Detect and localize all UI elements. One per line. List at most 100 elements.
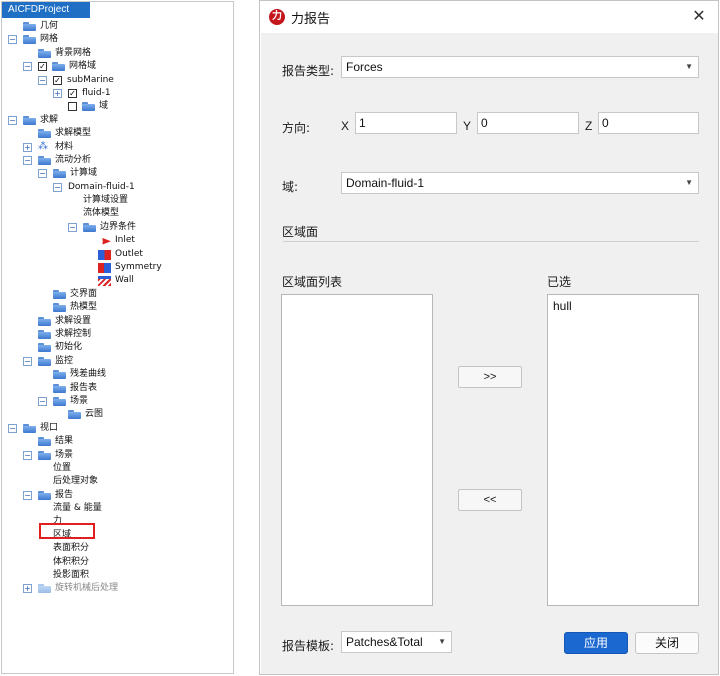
collapse-icon[interactable]: − <box>38 396 47 406</box>
chevron-down-icon: ▼ <box>685 62 693 71</box>
tree-item[interactable]: − ✓ subMarine <box>2 74 233 87</box>
tree-item-label: 体积积分 <box>53 556 90 567</box>
tree-item[interactable]: − 场景 <box>2 395 233 408</box>
domain-value: Domain-fluid-1 <box>346 176 425 190</box>
force-report-dialog: 力 力报告 ✕ 报告类型: Forces ▼ 方向: X 1 Y 0 Z 0 域… <box>259 0 719 675</box>
collapse-icon[interactable]: − <box>23 450 32 460</box>
tree-item[interactable]: 初始化 <box>2 341 233 354</box>
tree-item[interactable]: 区域 <box>2 529 233 542</box>
expand-icon[interactable]: + <box>53 88 62 98</box>
tree-item[interactable]: − 计算域 <box>2 167 233 180</box>
domain-label: 域: <box>282 180 299 194</box>
zone-surface-list[interactable] <box>281 294 433 606</box>
tree-item[interactable]: Outlet <box>2 248 233 261</box>
selected-list[interactable]: hull <box>547 294 699 606</box>
domain-select[interactable]: Domain-fluid-1 ▼ <box>341 172 699 194</box>
tree-item[interactable]: 位置 <box>2 462 233 475</box>
tree-item[interactable]: + 旋转机械后处理 <box>2 582 233 595</box>
collapse-icon[interactable]: − <box>23 356 32 366</box>
tree-item[interactable]: 投影面积 <box>2 569 233 582</box>
tree-item[interactable]: − 监控 <box>2 355 233 368</box>
tree-item[interactable]: 求解控制 <box>2 328 233 341</box>
tree-item[interactable]: − 流动分析 <box>2 154 233 167</box>
visibility-checkbox[interactable]: ✓ <box>53 75 62 85</box>
tree-item[interactable]: − 场景 <box>2 449 233 462</box>
tree-item[interactable]: 计算域设置 <box>2 194 233 207</box>
tree-item[interactable]: − 边界条件 <box>2 221 233 234</box>
apply-button[interactable]: 应用 <box>564 632 628 654</box>
tree-item[interactable]: 几何 <box>2 20 233 33</box>
expand-icon[interactable]: + <box>23 584 32 594</box>
y-input[interactable]: 0 <box>477 112 579 134</box>
close-icon[interactable]: ✕ <box>690 6 708 25</box>
collapse-icon[interactable]: − <box>23 155 32 165</box>
tree-item-label: 求解控制 <box>55 328 92 339</box>
close-button[interactable]: 关闭 <box>635 632 699 654</box>
tree-item[interactable]: 交界面 <box>2 288 233 301</box>
tree-item[interactable]: 后处理对象 <box>2 475 233 488</box>
tree-item-label: 计算域设置 <box>83 195 129 206</box>
collapse-icon[interactable]: − <box>38 75 47 85</box>
tree-item[interactable]: 求解设置 <box>2 315 233 328</box>
expand-icon[interactable]: + <box>23 142 32 152</box>
remove-button[interactable]: << <box>458 489 522 511</box>
tree-item[interactable]: 报告表 <box>2 382 233 395</box>
tree-item[interactable]: 求解模型 <box>2 127 233 140</box>
app-logo-icon: 力 <box>269 9 285 25</box>
z-input[interactable]: 0 <box>598 112 699 134</box>
project-tab[interactable]: AICFDProject <box>2 2 90 18</box>
direction-label: 方向: <box>282 121 311 135</box>
tree-item[interactable]: + ⁂ 材料 <box>2 141 233 154</box>
dialog-titlebar: 力 力报告 ✕ <box>260 1 718 33</box>
tree-item-label: 求解 <box>40 114 59 125</box>
collapse-icon[interactable]: − <box>53 182 62 192</box>
folder-icon <box>52 62 65 72</box>
collapse-icon[interactable]: − <box>8 423 17 433</box>
tree-item-label: 视口 <box>40 422 59 433</box>
list-item[interactable]: hull <box>553 299 572 313</box>
visibility-checkbox[interactable]: ✓ <box>68 88 77 98</box>
collapse-icon[interactable]: − <box>23 490 32 500</box>
report-type-select[interactable]: Forces ▼ <box>341 56 699 78</box>
tree-item[interactable]: + ✓ fluid-1 <box>2 87 233 100</box>
tree-item-label: Inlet <box>115 235 135 246</box>
tree-item[interactable]: Symmetry <box>2 261 233 274</box>
tree-item[interactable]: Wall <box>2 274 233 287</box>
visibility-checkbox[interactable]: ✓ <box>38 62 47 72</box>
tree-item[interactable]: 体积积分 <box>2 556 233 569</box>
tree-item[interactable]: 结果 <box>2 435 233 448</box>
tree-item[interactable]: 背景网格 <box>2 47 233 60</box>
tree-item[interactable]: − 网格 <box>2 33 233 46</box>
tree-item-label: 位置 <box>53 462 72 473</box>
tree-item[interactable]: 流量 & 能量 <box>2 502 233 515</box>
tree-item[interactable]: − ✓ 网格域 <box>2 60 233 73</box>
add-button[interactable]: >> <box>458 366 522 388</box>
tree-item[interactable]: 流体模型 <box>2 207 233 220</box>
outlet-icon <box>98 249 111 260</box>
tree-item[interactable]: − 求解 <box>2 114 233 127</box>
tree-item[interactable]: − Domain-fluid-1 <box>2 181 233 194</box>
symmetry-icon <box>98 263 111 274</box>
tree-item[interactable]: 云图 <box>2 408 233 421</box>
tree-item[interactable]: 力 <box>2 515 233 528</box>
collapse-icon[interactable]: − <box>8 35 17 45</box>
tree-item-label: 云图 <box>85 409 104 420</box>
collapse-icon[interactable]: − <box>23 62 32 72</box>
tree-item-label: subMarine <box>67 74 114 85</box>
tree-item[interactable]: − 视口 <box>2 422 233 435</box>
tree-item[interactable]: 表面积分 <box>2 542 233 555</box>
collapse-icon[interactable]: − <box>8 115 17 125</box>
dialog-title: 力报告 <box>291 12 331 27</box>
tree-item[interactable]: 域 <box>2 100 233 113</box>
tree-item[interactable]: 热模型 <box>2 301 233 314</box>
visibility-checkbox[interactable] <box>68 102 77 112</box>
tree-item-label: 旋转机械后处理 <box>55 583 119 594</box>
tree-item[interactable]: 残差曲线 <box>2 368 233 381</box>
tree-item[interactable]: Inlet <box>2 234 233 247</box>
collapse-icon[interactable]: − <box>38 169 47 179</box>
report-template-select[interactable]: Patches&Total ▼ <box>341 631 452 653</box>
tree-item-label: 材料 <box>55 141 74 152</box>
x-input[interactable]: 1 <box>355 112 457 134</box>
tree-item[interactable]: − 报告 <box>2 489 233 502</box>
collapse-icon[interactable]: − <box>68 222 77 232</box>
